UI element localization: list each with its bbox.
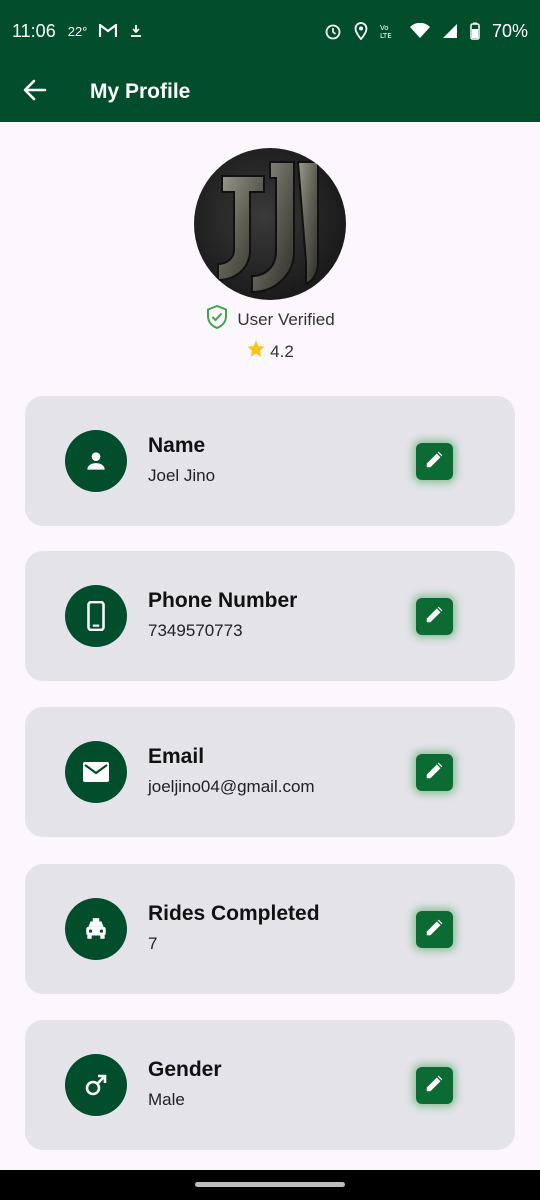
male-icon [65,1054,127,1116]
system-nav-bar [0,1170,540,1200]
battery-percent: 70% [491,20,528,41]
profile-field-email: Email joeljino04@gmail.com [25,707,515,837]
field-label: Gender [148,1058,222,1081]
taxi-icon [65,898,127,960]
profile-field-phone: Phone Number 7349570773 [25,551,515,681]
avatar[interactable] [194,148,346,300]
field-value: joeljino04@gmail.com [148,777,315,796]
signal-icon [442,23,458,39]
verified-label: User Verified [237,309,335,329]
pencil-icon [424,759,446,786]
pencil-icon [424,603,446,630]
svg-text:Vo: Vo [380,24,389,32]
juventus-logo-image [217,161,319,294]
download-icon [129,24,143,38]
status-temperature: 22° [67,23,88,39]
person-icon [65,430,127,492]
field-label: Name [148,434,206,457]
gmail-icon [99,24,118,38]
field-label: Rides Completed [148,902,320,925]
edit-rides-button[interactable] [416,911,453,948]
field-value: 7349570773 [148,621,243,640]
status-time: 11:06 [12,20,56,41]
field-value: 7 [148,934,158,953]
pencil-icon [424,916,446,943]
mail-icon [65,741,127,803]
edit-email-button[interactable] [416,754,453,791]
edit-name-button[interactable] [416,443,453,480]
wifi-icon [409,23,430,39]
verified-status: User Verified [205,304,335,335]
app-bar: My Profile [0,62,540,122]
pencil-icon [424,448,446,475]
profile-field-gender: Gender Male [25,1020,515,1150]
rating-value: 4.2 [270,341,294,361]
edit-gender-button[interactable] [416,1067,453,1104]
field-value: Male [148,1090,185,1109]
arrow-back-icon [23,79,47,106]
star-icon [246,339,266,364]
rating: 4.2 [246,339,294,364]
location-icon [354,22,368,40]
back-button[interactable] [0,62,70,122]
alarm-icon [324,22,342,40]
profile-field-rides: Rides Completed 7 [25,864,515,994]
profile-field-name: Name Joel Jino [25,396,515,526]
field-value: Joel Jino [148,466,216,485]
profile-header: User Verified 4.2 [0,148,540,364]
field-label: Phone Number [148,589,298,612]
home-gesture-handle[interactable] [195,1182,345,1187]
battery-icon [470,22,480,40]
volte-icon: Vo LTE [380,23,398,39]
status-bar: 11:06 22° Vo LTE 70% [0,0,540,62]
pencil-icon [424,1072,446,1099]
svg-text:LTE: LTE [380,32,392,39]
field-label: Email [148,745,205,768]
shield-check-icon [205,304,229,335]
page-title: My Profile [90,80,191,103]
edit-phone-button[interactable] [416,598,453,635]
phone-icon [65,585,127,647]
